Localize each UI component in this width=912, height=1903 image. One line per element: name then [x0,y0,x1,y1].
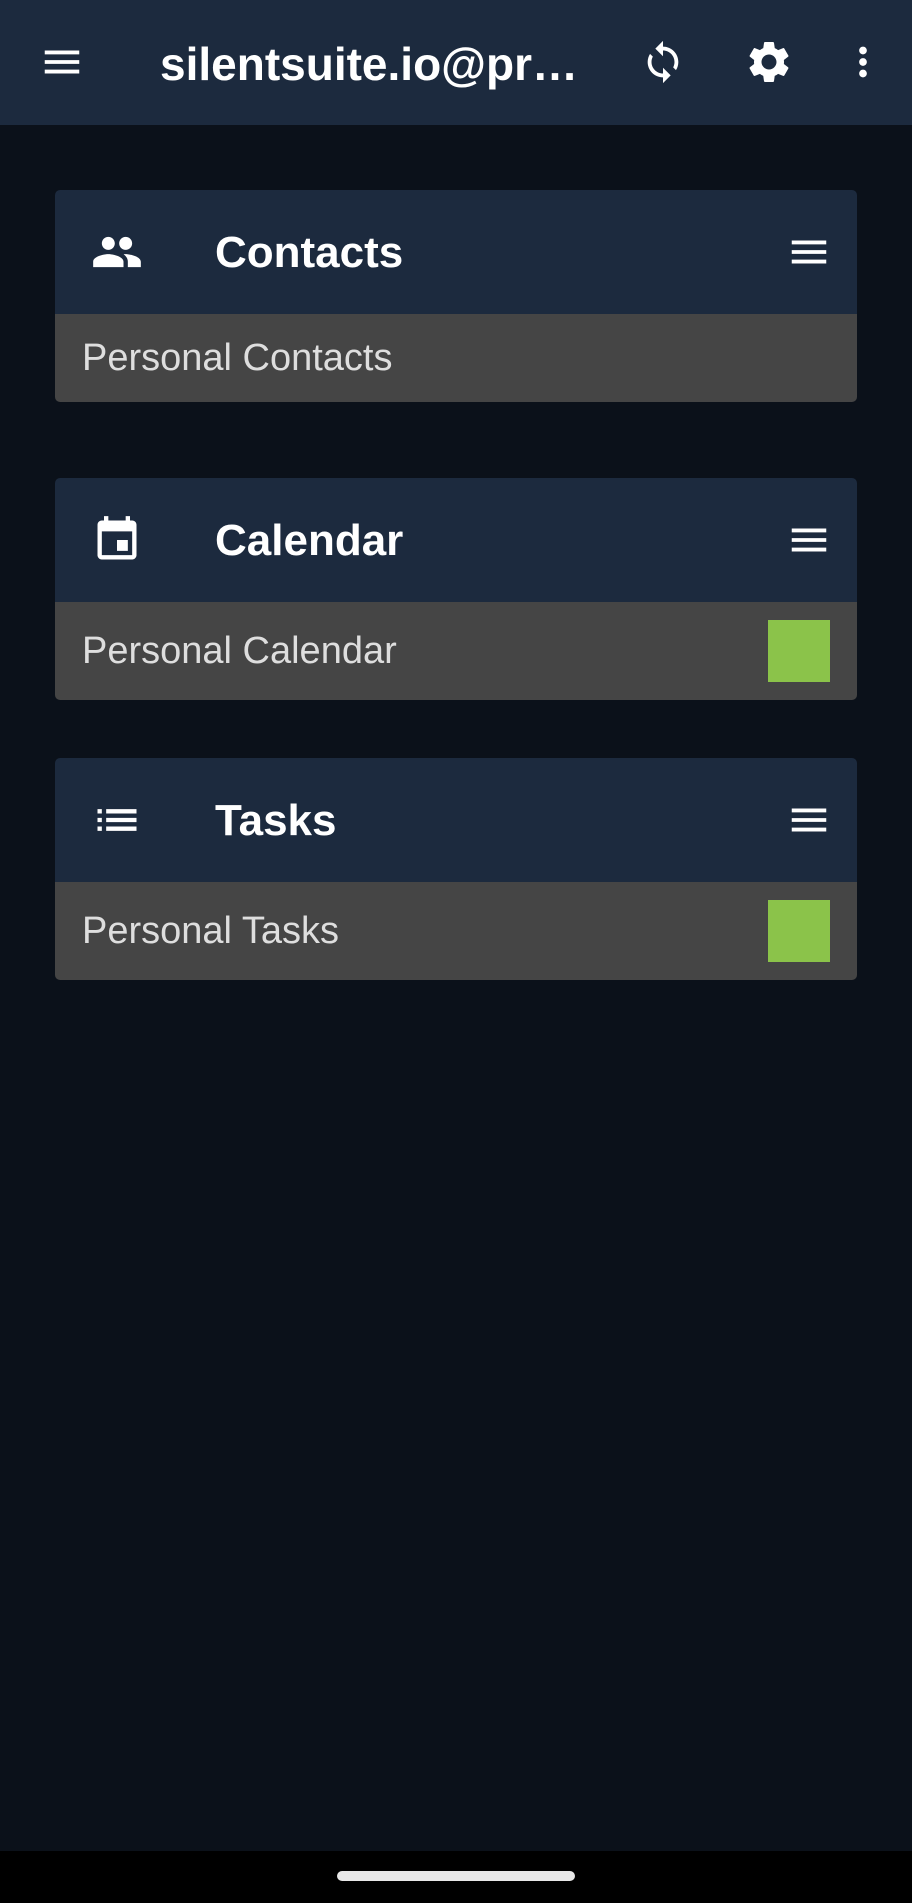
tasks-title: Tasks [215,796,337,845]
contacts-title: Contacts [215,228,404,277]
tasks-card-header: Tasks [55,758,857,882]
tasks-menu-icon[interactable] [775,786,843,854]
calendar-color-swatch[interactable] [768,620,830,682]
app-bar: silentsuite.io@prot… [0,0,912,125]
contacts-menu-icon[interactable] [775,218,843,286]
list-item-personal-calendar[interactable]: Personal Calendar [55,602,857,700]
contacts-card-header: Contacts [55,190,857,314]
home-gesture-handle[interactable] [337,1871,575,1881]
list-item-personal-contacts[interactable]: Personal Contacts [55,314,857,402]
calendar-title: Calendar [215,516,404,565]
sync-icon[interactable] [623,22,703,102]
settings-icon[interactable] [729,22,809,102]
calendar-card: Calendar Personal Calendar [55,478,857,700]
system-nav-bar [0,1851,912,1903]
menu-icon[interactable] [22,22,102,102]
personal-calendar-label: Personal Calendar [82,629,397,672]
calendar-icon [91,514,143,566]
account-title: silentsuite.io@prot… [160,38,590,90]
personal-contacts-label: Personal Contacts [82,336,393,379]
list-item-personal-tasks[interactable]: Personal Tasks [55,882,857,980]
task-list-icon [91,794,143,846]
contacts-icon [91,226,143,278]
calendar-menu-icon[interactable] [775,506,843,574]
tasks-color-swatch[interactable] [768,900,830,962]
more-vert-icon[interactable] [823,22,903,102]
calendar-card-header: Calendar [55,478,857,602]
personal-tasks-label: Personal Tasks [82,909,339,952]
contacts-card: Contacts Personal Contacts [55,190,857,402]
tasks-card: Tasks Personal Tasks [55,758,857,980]
